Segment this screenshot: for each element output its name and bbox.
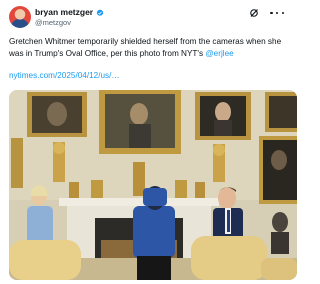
author-handle[interactable]: @metzgov xyxy=(35,18,71,28)
tweet-photo[interactable] xyxy=(9,90,297,280)
author-display-name[interactable]: bryan metzger xyxy=(35,7,93,18)
grok-icon[interactable] xyxy=(249,8,259,18)
avatar[interactable] xyxy=(9,6,31,28)
tweet-text: Gretchen Whitmer temporarily shielded he… xyxy=(9,36,295,59)
author-name-row: bryan metzger xyxy=(35,7,104,18)
verified-badge-icon xyxy=(96,9,104,16)
oval-office-photo xyxy=(9,90,297,280)
mention-link[interactable]: @erjlee xyxy=(205,49,233,58)
article-link[interactable]: nytimes.com/2025/04/12/us/… xyxy=(9,70,120,81)
tweet-text-body: Gretchen Whitmer temporarily shielded he… xyxy=(9,37,282,58)
tweet-card: bryan metzger @metzgov Gretchen Whitmer … xyxy=(0,0,300,284)
more-options-icon[interactable] xyxy=(270,8,284,18)
